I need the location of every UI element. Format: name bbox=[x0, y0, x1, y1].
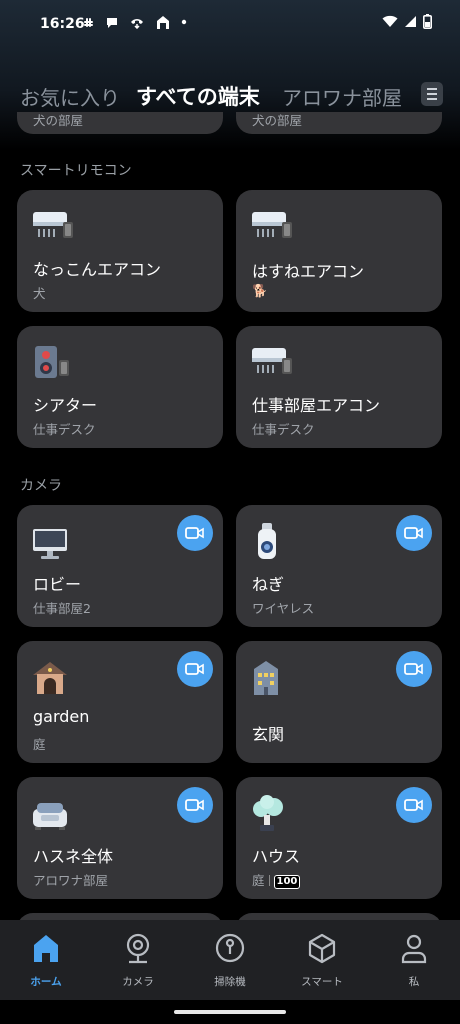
device-name: シアター bbox=[33, 396, 98, 415]
device-room: 犬 bbox=[33, 286, 46, 301]
battery-badge: 100 bbox=[273, 875, 301, 889]
camera-live-button[interactable] bbox=[177, 515, 213, 551]
device-name: 玄関 bbox=[252, 725, 285, 744]
bottom-navigation: ホーム カメラ 掃除機 スマート 私 bbox=[0, 920, 460, 1000]
vacuum-icon bbox=[215, 933, 245, 963]
nav-label: スマート bbox=[301, 976, 343, 988]
device-room: 仕事デスク bbox=[252, 422, 315, 437]
device-card-camera[interactable]: ハウス 庭 100 bbox=[236, 777, 442, 899]
tree-icon bbox=[253, 795, 283, 831]
camera-live-button[interactable] bbox=[396, 515, 432, 551]
device-card-partial[interactable]: 犬の部屋 bbox=[17, 112, 223, 134]
camera-live-button[interactable] bbox=[177, 787, 213, 823]
video-icon bbox=[404, 663, 423, 675]
section-title-remote: スマートリモコン bbox=[20, 163, 132, 179]
dot-icon bbox=[181, 19, 187, 25]
device-name: なっこんエアコン bbox=[33, 260, 162, 279]
device-name: はすねエアコン bbox=[252, 262, 365, 281]
wifi-icon bbox=[382, 15, 398, 27]
device-name: ハスネ全体 bbox=[33, 847, 114, 866]
device-room: 仕事部屋2 bbox=[33, 601, 91, 616]
device-room: 犬の部屋 bbox=[252, 113, 303, 128]
device-card-camera[interactable]: ハスネ全体 アロワナ部屋 bbox=[17, 777, 223, 899]
tab-bar: お気に入り すべての端末 アロワナ部屋 bbox=[0, 76, 460, 116]
nav-home[interactable]: ホーム bbox=[0, 920, 92, 1000]
device-room: アロワナ部屋 bbox=[33, 873, 109, 888]
nav-smart[interactable]: スマート bbox=[276, 920, 368, 1000]
person-icon bbox=[401, 934, 427, 964]
device-room: 仕事デスク bbox=[33, 422, 96, 437]
device-room: 庭 bbox=[252, 873, 265, 888]
device-room: 犬の部屋 bbox=[33, 113, 84, 128]
device-room-with-badge: 庭 100 bbox=[252, 870, 301, 889]
nav-label: カメラ bbox=[122, 976, 154, 988]
nav-label: 私 bbox=[408, 976, 420, 988]
camera-live-button[interactable] bbox=[177, 651, 213, 687]
battery-icon bbox=[423, 14, 432, 29]
device-card-partial[interactable]: 犬の部屋 bbox=[236, 112, 442, 134]
air-conditioner-icon bbox=[33, 212, 73, 238]
video-icon bbox=[404, 527, 423, 539]
device-room: ワイヤレス bbox=[252, 601, 315, 616]
device-card-camera[interactable]: ねぎ ワイヤレス bbox=[236, 505, 442, 627]
nav-camera[interactable]: カメラ bbox=[92, 920, 184, 1000]
device-room: 🐕 bbox=[252, 283, 268, 298]
home-app-icon bbox=[157, 16, 169, 29]
camera-live-button[interactable] bbox=[396, 787, 432, 823]
video-icon bbox=[185, 799, 204, 811]
device-list: 犬の部屋 犬の部屋 スマートリモコン なっこんエアコン 犬 はすねエアコン 🐕 … bbox=[0, 112, 460, 920]
video-icon bbox=[185, 663, 204, 675]
speaker-icon bbox=[35, 346, 69, 378]
device-name: ハウス bbox=[252, 847, 301, 866]
tab-arowana-room[interactable]: アロワナ部屋 bbox=[282, 82, 402, 111]
air-conditioner-icon bbox=[252, 212, 292, 238]
building-icon bbox=[254, 661, 278, 695]
device-card-remote[interactable]: シアター 仕事デスク bbox=[17, 326, 223, 448]
device-card-remote[interactable]: 仕事部屋エアコン 仕事デスク bbox=[236, 326, 442, 448]
nav-me[interactable]: 私 bbox=[368, 920, 460, 1000]
device-card-camera[interactable]: 玄関 bbox=[236, 641, 442, 763]
divider bbox=[268, 875, 270, 886]
cube-icon bbox=[308, 933, 336, 964]
hamburger-icon[interactable] bbox=[421, 82, 443, 106]
device-name: ロビー bbox=[33, 575, 82, 594]
device-card-remote[interactable]: なっこんエアコン 犬 bbox=[17, 190, 223, 312]
device-name: garden bbox=[33, 707, 90, 726]
tab-all-devices[interactable]: すべての端末 bbox=[136, 81, 260, 111]
nav-vacuum[interactable]: 掃除機 bbox=[184, 920, 276, 1000]
nav-label: 掃除機 bbox=[214, 976, 246, 988]
slack-icon bbox=[84, 17, 93, 27]
tab-favorites[interactable]: お気に入り bbox=[20, 82, 120, 111]
device-card-camera[interactable]: garden 庭 bbox=[17, 641, 223, 763]
camera-icon bbox=[126, 933, 150, 964]
section-title-camera: カメラ bbox=[20, 478, 62, 494]
device-name: 仕事部屋エアコン bbox=[252, 396, 381, 415]
home-icon bbox=[34, 935, 58, 962]
chat-bubble-icon bbox=[107, 17, 117, 28]
nav-label: ホーム bbox=[30, 976, 62, 988]
bullet-camera-icon bbox=[258, 523, 276, 559]
device-room: 庭 bbox=[33, 737, 46, 752]
doghouse-icon bbox=[33, 662, 67, 694]
status-time: 16:26 bbox=[40, 16, 85, 32]
monitor-icon bbox=[33, 529, 67, 559]
video-icon bbox=[404, 799, 423, 811]
signal-icon bbox=[405, 16, 416, 27]
device-card-camera[interactable]: ロビー 仕事部屋2 bbox=[17, 505, 223, 627]
device-card-partial[interactable] bbox=[17, 913, 223, 920]
robot-vacuum-icon bbox=[33, 803, 67, 830]
camera-live-button[interactable] bbox=[396, 651, 432, 687]
gesture-bar[interactable] bbox=[174, 1010, 286, 1014]
status-bar: 16:26 bbox=[0, 0, 460, 52]
video-icon bbox=[185, 527, 204, 539]
air-conditioner-icon bbox=[252, 348, 292, 374]
call-icon bbox=[131, 18, 143, 29]
device-name: ねぎ bbox=[252, 575, 285, 594]
device-card-partial[interactable] bbox=[236, 913, 442, 920]
device-card-remote[interactable]: はすねエアコン 🐕 bbox=[236, 190, 442, 312]
